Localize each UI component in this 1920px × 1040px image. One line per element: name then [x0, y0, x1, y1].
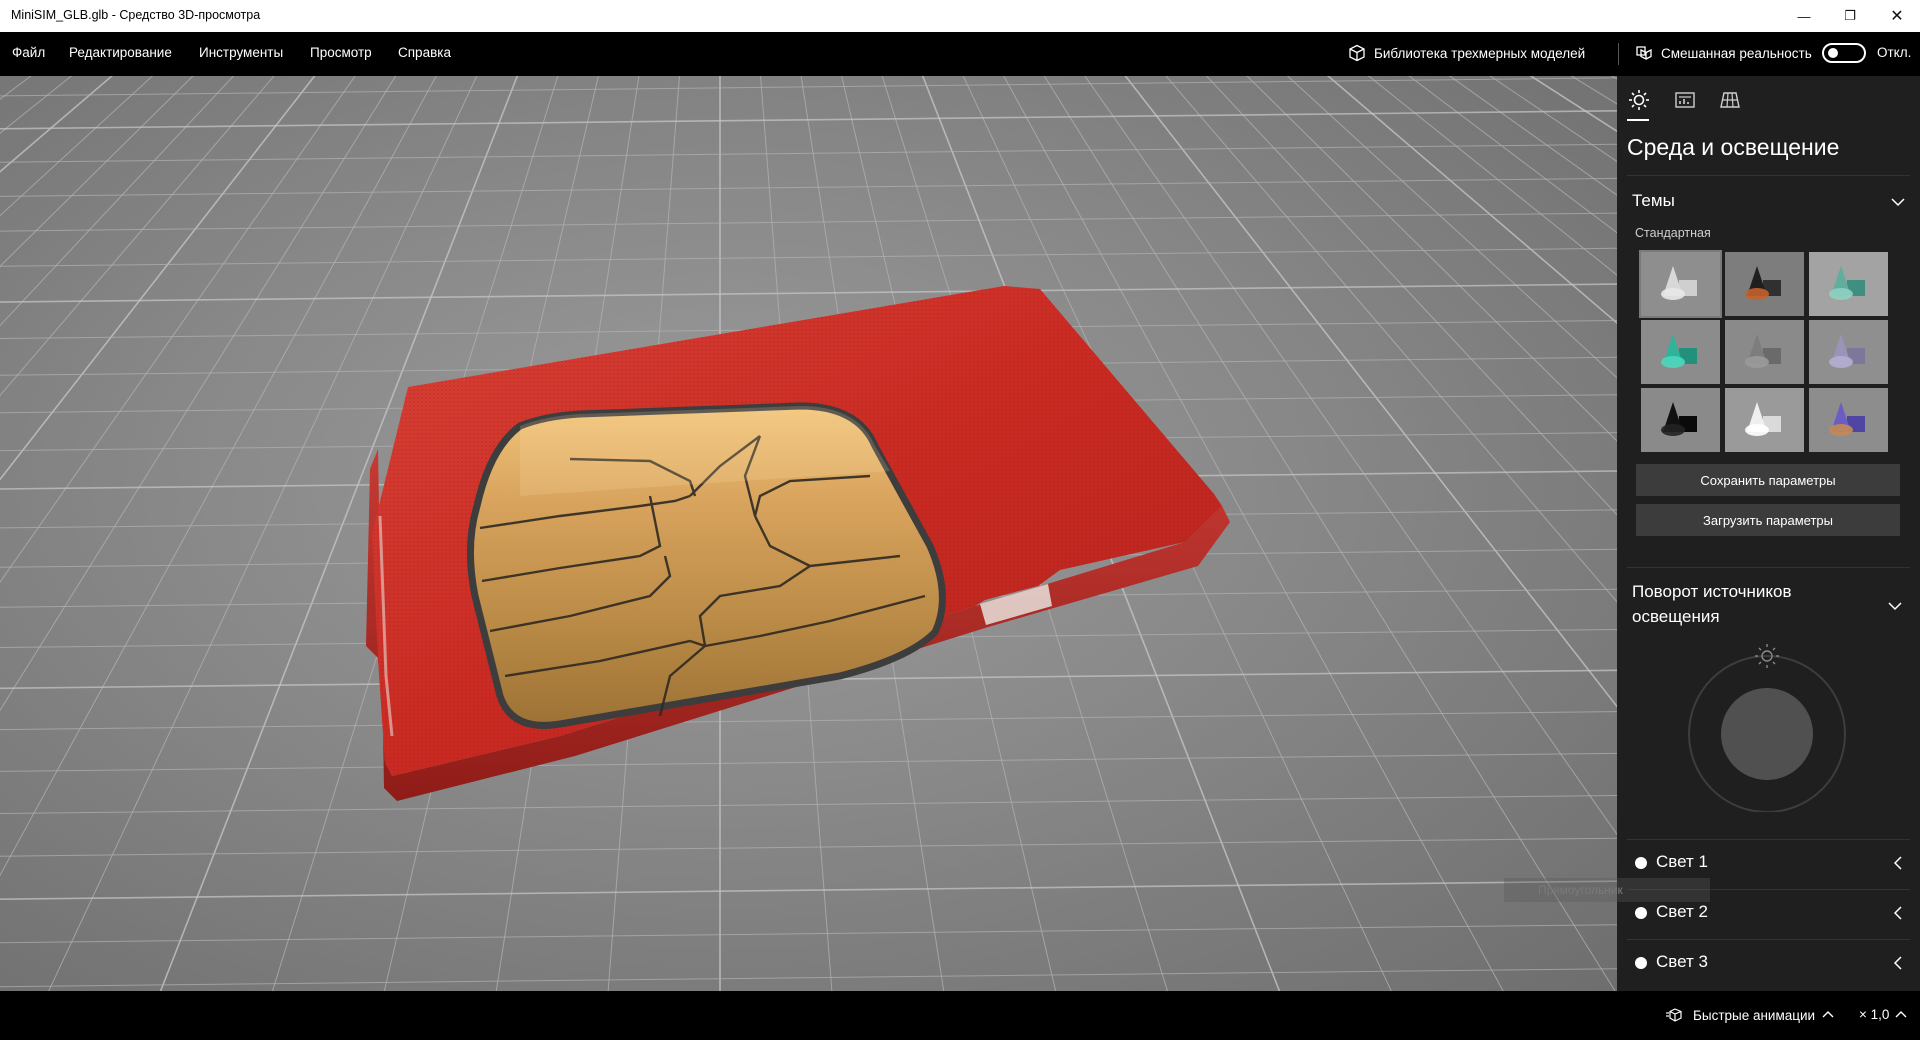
- menu-separator: [1618, 43, 1619, 65]
- title-bar: MiniSIM_GLB.glb - Средство 3D-просмотра …: [0, 0, 1920, 32]
- animation-cube-icon: [1666, 1008, 1682, 1022]
- toggle-knob: [1828, 48, 1838, 58]
- chevron-left-icon[interactable]: [1890, 855, 1906, 871]
- mixed-reality-button[interactable]: Смешанная реальность: [1633, 44, 1812, 62]
- grid-icon: [1720, 92, 1740, 108]
- chevron-left-icon[interactable]: [1890, 955, 1906, 971]
- environment-panel: Среда и освещение Темы Стандартная Сохра…: [1617, 76, 1920, 991]
- close-button[interactable]: ✕: [1874, 0, 1920, 32]
- light-rotation-dial[interactable]: [1687, 642, 1847, 812]
- load-settings-button[interactable]: Загрузить параметры: [1636, 504, 1900, 536]
- theme-white-bright[interactable]: [1725, 388, 1804, 452]
- theme-teal-grey[interactable]: [1809, 252, 1888, 316]
- themes-subhead: Стандартная: [1635, 226, 1711, 240]
- theme-gallery: [1639, 250, 1893, 452]
- themes-header[interactable]: Темы: [1632, 188, 1675, 213]
- chevron-up-icon: [1822, 1011, 1834, 1018]
- window-title: MiniSIM_GLB.glb - Средство 3D-просмотра: [11, 8, 261, 22]
- theme-orange-dark[interactable]: [1725, 252, 1804, 316]
- chevron-down-icon[interactable]: [1890, 194, 1906, 210]
- 3d-viewport[interactable]: [0, 76, 1617, 991]
- divider: [1627, 567, 1910, 568]
- tab-stats[interactable]: [1671, 86, 1699, 114]
- light-2-color-dot: [1635, 907, 1647, 919]
- mixed-reality-state: Откл.: [1877, 45, 1912, 60]
- menu-help[interactable]: Справка: [398, 45, 451, 60]
- theme-lavender[interactable]: [1809, 320, 1888, 384]
- sun-icon: [1629, 90, 1649, 110]
- chevron-down-icon[interactable]: [1887, 598, 1903, 614]
- quick-animations-button[interactable]: Быстрые анимации: [1666, 1007, 1834, 1023]
- tooltip: Прямоугольник: [1504, 878, 1710, 902]
- save-settings-button[interactable]: Сохранить параметры: [1636, 464, 1900, 496]
- divider: [1627, 175, 1910, 176]
- mixed-reality-toggle[interactable]: [1822, 43, 1866, 63]
- menu-view[interactable]: Просмотр: [310, 45, 372, 60]
- quick-animations-label: Быстрые анимации: [1693, 1007, 1816, 1023]
- light-1-label: Свет 1: [1656, 852, 1708, 871]
- light-3-color-dot: [1635, 957, 1647, 969]
- cube-icon: [1349, 44, 1365, 62]
- theme-white[interactable]: [1639, 250, 1722, 318]
- theme-purple-orange[interactable]: [1809, 388, 1888, 452]
- light-3-label: Свет 3: [1656, 952, 1708, 971]
- panel-tabs: [1617, 76, 1920, 124]
- tab-grid[interactable]: [1716, 86, 1744, 114]
- light-rotation-header[interactable]: Поворот источников освещения: [1632, 579, 1862, 629]
- menu-edit[interactable]: Редактирование: [69, 45, 172, 60]
- 3d-library-label: Библиотека трехмерных моделей: [1374, 45, 1586, 61]
- light-1-color-dot: [1635, 857, 1647, 869]
- light-sphere[interactable]: [1721, 688, 1813, 780]
- theme-black[interactable]: [1641, 388, 1720, 452]
- playback-speed-label: × 1,0: [1859, 1007, 1890, 1022]
- sim-card-model[interactable]: [0, 76, 1617, 991]
- light-3-row[interactable]: Свет 3: [1627, 939, 1910, 988]
- playback-speed-button[interactable]: × 1,0: [1859, 1007, 1907, 1022]
- stats-icon: [1675, 92, 1695, 108]
- maximize-button[interactable]: ❐: [1827, 0, 1873, 32]
- theme-teal-bright[interactable]: [1641, 320, 1720, 384]
- chevron-up-icon: [1895, 1010, 1907, 1017]
- 3d-library-button[interactable]: Библиотека трехмерных моделей: [1348, 44, 1585, 62]
- tab-environment[interactable]: [1625, 86, 1653, 121]
- menu-bar: Файл Редактирование Инструменты Просмотр…: [0, 32, 1920, 76]
- theme-grey[interactable]: [1725, 320, 1804, 384]
- panel-title: Среда и освещение: [1627, 134, 1840, 160]
- light-2-label: Свет 2: [1656, 902, 1708, 921]
- mixed-reality-label: Смешанная реальность: [1661, 45, 1812, 61]
- menu-tools[interactable]: Инструменты: [199, 45, 283, 60]
- menu-file[interactable]: Файл: [12, 45, 45, 60]
- mixed-reality-icon: [1636, 46, 1652, 61]
- minimize-button[interactable]: —: [1781, 0, 1827, 32]
- status-bar: Быстрые анимации × 1,0: [0, 991, 1920, 1040]
- chevron-left-icon[interactable]: [1890, 905, 1906, 921]
